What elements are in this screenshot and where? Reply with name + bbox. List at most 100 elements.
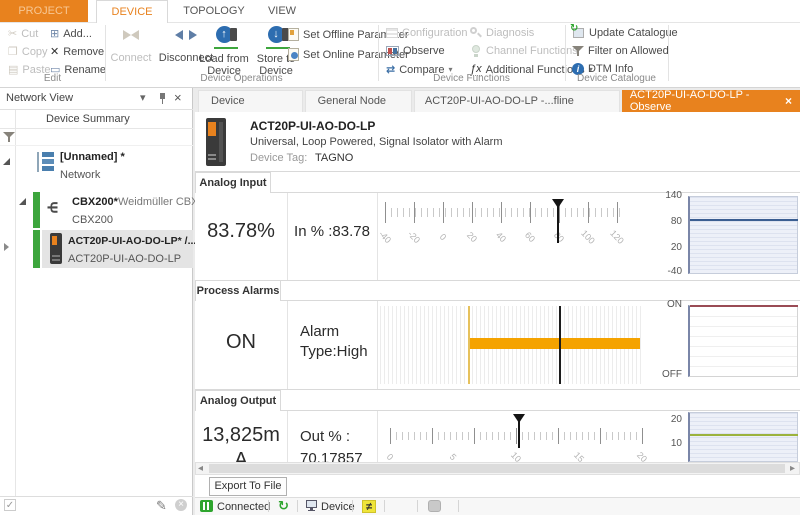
process-alarm-trend-line [690,305,798,307]
alarm-active-bar [470,338,640,349]
expander-icon[interactable] [4,243,9,251]
process-alarm-trend-chart [688,305,798,377]
section-divider [281,300,800,301]
device-subtitle: Universal, Loop Powered, Signal Isolator… [250,136,503,148]
observe-button[interactable]: Observe [386,45,445,57]
pencil-icon[interactable]: ✎ [156,498,167,514]
expander-icon[interactable] [3,158,10,165]
channel-functions-button[interactable]: Channel Functions [470,45,578,57]
update-catalogue-icon: ↻ [572,27,585,39]
copy-icon: ❐ [8,45,18,58]
panel-chevron-icon[interactable]: ▾ [140,91,146,104]
section-tab-process-alarms[interactable]: Process Alarms [195,280,281,301]
configuration-button[interactable]: Configuration [386,27,467,39]
analog-output-trend-line [690,434,798,436]
scrollbar-thumb[interactable] [209,464,785,473]
device-module-icon [50,233,62,264]
close-panel-icon[interactable]: × [174,90,182,105]
connect-icon [123,26,139,44]
diagnosis-button[interactable]: Diagnosis [470,27,534,39]
cell-divider [377,411,378,462]
load-from-device-button[interactable]: ↑ Load from Device [198,26,250,77]
network-view-title: Network View [6,92,73,104]
ribbon-tab-project[interactable]: PROJECT [0,0,88,22]
gauge-scale-label: 5 [441,445,465,462]
tab-close-icon[interactable]: × [785,94,792,108]
gauge-major-tick [501,202,502,223]
section-tab-analog-input[interactable]: Analog Input [195,172,271,193]
gauge-major-tick [588,202,589,223]
tree-item-sub: Network [60,169,100,181]
statusbar-separator [458,500,459,512]
set-offline-parameter-icon [288,28,299,41]
cell-divider [377,301,378,389]
device-functions-group-label: Device Functions [378,73,565,84]
load-from-device-icon: ↑ [216,26,233,48]
cut-icon: ✂ [8,27,17,40]
application-window: PROJECT DEVICE TOPOLOGY VIEW ✂Cut ❐Copy … [0,0,800,515]
ribbon-tab-topology[interactable]: TOPOLOGY [176,0,252,22]
section-tab-analog-output[interactable]: Analog Output [195,390,281,411]
device-monitor-icon [306,500,318,512]
statusbar-separator [268,500,269,512]
tab-general-node-info[interactable]: General Node Info [305,90,412,112]
filter-icon [572,45,584,57]
observe-icon [386,46,399,56]
update-catalogue-button[interactable]: ↻ Update Catalogue [572,27,678,39]
expander-icon[interactable] [19,198,26,205]
chart-axis-label: 20 [642,242,682,253]
remove-icon: ✕ [50,45,59,58]
cut-button[interactable]: ✂Cut [8,27,38,40]
network-icon [36,151,54,173]
copy-button[interactable]: ❐Copy [8,45,48,58]
connect-button[interactable]: Connect [108,26,154,64]
gauge-major-tick [474,428,475,444]
device-tag-value: TAGNO [315,152,353,164]
pin-icon[interactable] [158,93,168,104]
tree-filter-icon[interactable] [3,131,15,143]
statusbar-separator [352,500,353,512]
add-button[interactable]: ⊞Add... [50,27,92,40]
gauge-scale-label: 15 [567,445,591,462]
device-image [206,118,226,166]
gauge-major-tick [558,428,559,444]
alarm-value-line [559,306,561,384]
analog-input-detail: In % :83.78 [287,223,377,240]
set-online-parameter-icon [288,48,299,61]
process-alarm-value: ON [195,331,287,354]
tree-item-name: ACT20P-UI-AO-DO-LP* /... [68,235,196,247]
tab-observe-active[interactable]: ACT20P-UI-AO-DO-LP - Observe × [622,90,800,112]
export-to-file-button[interactable]: Export To File [209,477,287,496]
analog-output-detail-value: 70.17857 [300,450,363,462]
remove-button[interactable]: ✕Remove [50,45,104,58]
analog-input-value: 83.78% [195,220,287,243]
device-tag-label: Device Tag: [250,152,307,164]
connection-status-text: Connected [217,501,270,513]
chart-axis-label: 140 [642,190,682,201]
chart-axis-label: ON [642,299,682,310]
device-operations-group-label: Device Operations [105,73,378,84]
row-divider [195,280,800,281]
refresh-icon[interactable]: ↻ [278,498,289,514]
clear-filter-icon[interactable]: × [175,499,187,511]
gauge-major-tick [390,428,391,444]
device-summary-header[interactable]: Device Summary [46,113,130,125]
gauge-major-tick [516,428,517,444]
gauge-pointer-stem [557,199,559,243]
scroll-left-icon[interactable]: ◂ [198,463,203,474]
not-equal-badge-icon: ≠ [362,500,376,513]
analog-output-detail-label: Out % : [300,428,350,445]
check-icon[interactable]: ✓ [4,499,16,511]
ribbon-tab-device[interactable]: DEVICE [96,0,168,23]
gauge-major-tick [530,202,531,223]
panel-header-divider [0,109,193,110]
gauge-major-tick [472,202,473,223]
ribbon-tab-view[interactable]: VIEW [260,0,304,22]
tab-offline-parameter[interactable]: ACT20P-UI-AO-DO-LP -...fline Parameter [414,90,620,112]
tab-device-catalogue[interactable]: Device Catalogue [198,90,303,112]
filter-on-allowed-button[interactable]: Filter on Allowed [572,45,669,57]
cell-divider [287,411,288,462]
tree-item-sub: ACT20P-UI-AO-DO-LP [68,253,181,265]
scroll-right-icon[interactable]: ▸ [790,463,795,474]
chart-axis-label: -40 [642,266,682,277]
